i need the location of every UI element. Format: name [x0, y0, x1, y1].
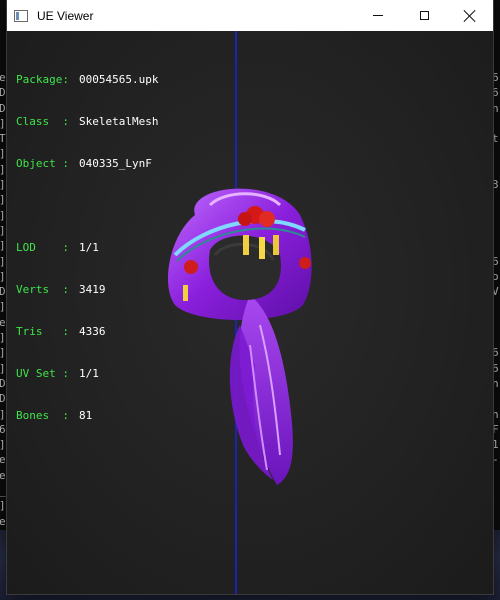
hair-mesh-svg: [167, 188, 312, 485]
bg-right-line: [492, 208, 500, 223]
bg-right-line: [492, 391, 500, 406]
bg-right-line: [492, 299, 500, 314]
lod-value: 1/1: [79, 241, 99, 254]
minimize-button[interactable]: [355, 0, 401, 31]
class-value: SkeletalMesh: [79, 115, 159, 128]
ue-viewer-window[interactable]: UE Viewer Package: 00054565.upk Class: …: [7, 0, 493, 594]
bg-right-line: -: [492, 453, 499, 467]
app-window-icon: [14, 9, 28, 22]
bg-right-line: V: [492, 285, 499, 299]
info-row-bones: Bones : 81: [16, 409, 158, 423]
uvset-value: 1/1: [79, 367, 99, 380]
package-label: Package:: [16, 73, 69, 86]
hair-mesh-render: [155, 175, 325, 499]
verts-value: 3419: [79, 283, 106, 296]
bg-right-line: 6: [492, 346, 499, 360]
info-row-verts: Verts : 3419: [16, 283, 158, 297]
minimize-icon: [373, 15, 383, 16]
info-row-package: Package: 00054565.upk: [16, 73, 158, 87]
window-title: UE Viewer: [37, 8, 94, 23]
window-controls: [355, 0, 493, 31]
lod-label: LOD :: [16, 241, 69, 254]
class-label: Class :: [16, 115, 69, 128]
info-row-object: Object : 040335_LynF: [16, 157, 158, 171]
info-row-uvset: UV Set : 1/1: [16, 367, 158, 381]
bg-right-line: o: [492, 269, 499, 283]
bones-label: Bones :: [16, 409, 69, 422]
bg-right-line: [492, 238, 500, 253]
background-console-right: 66nt36oV66nnF1-: [492, 70, 500, 468]
tris-label: Tris :: [16, 325, 69, 338]
info-row-tris: Tris : 4336: [16, 325, 158, 339]
bones-value: 81: [79, 409, 93, 422]
info-row-lod: LOD : 1/1: [16, 241, 158, 255]
3d-viewport[interactable]: Package: 00054565.upk Class : SkeletalMe…: [7, 31, 493, 594]
info-row-class: Class : SkeletalMesh: [16, 115, 158, 129]
bg-right-line: 6: [492, 71, 499, 84]
title-bar[interactable]: UE Viewer: [7, 0, 493, 31]
tris-value: 4336: [79, 325, 106, 338]
mesh-info-panel: Package: 00054565.upk Class : SkeletalMe…: [16, 45, 158, 451]
bg-right-line: n: [492, 376, 499, 390]
package-value: 00054565.upk: [79, 73, 159, 86]
close-icon: [464, 10, 476, 22]
maximize-button[interactable]: [401, 0, 447, 31]
close-button[interactable]: [447, 0, 493, 31]
uvset-label: UV Set :: [16, 367, 69, 380]
desktop: eDD]T]]]]]]]]]D]e]]]DD]6]ee_]e] 66nt36oV…: [0, 0, 500, 600]
bg-right-line: 6: [492, 361, 499, 375]
maximize-icon: [419, 11, 429, 20]
bg-right-line: F: [492, 422, 499, 436]
bg-right-line: n: [492, 101, 499, 115]
bg-right-line: n: [492, 407, 499, 421]
bg-right-line: t: [492, 132, 499, 146]
bg-right-line: 3: [492, 178, 499, 192]
bg-right-line: [492, 192, 500, 207]
bg-right-line: [492, 162, 500, 177]
bg-right-line: 6: [492, 254, 499, 268]
verts-label: Verts :: [16, 283, 69, 296]
bg-right-line: [492, 146, 500, 161]
object-label: Object :: [16, 157, 69, 170]
object-value: 040335_LynF: [79, 157, 152, 170]
bg-right-line: [492, 330, 500, 345]
bg-right-line: [492, 223, 500, 238]
bg-right-line: 1: [492, 438, 499, 452]
bg-right-line: [492, 116, 500, 131]
bg-right-line: 6: [492, 86, 499, 100]
bg-right-line: [492, 315, 500, 330]
